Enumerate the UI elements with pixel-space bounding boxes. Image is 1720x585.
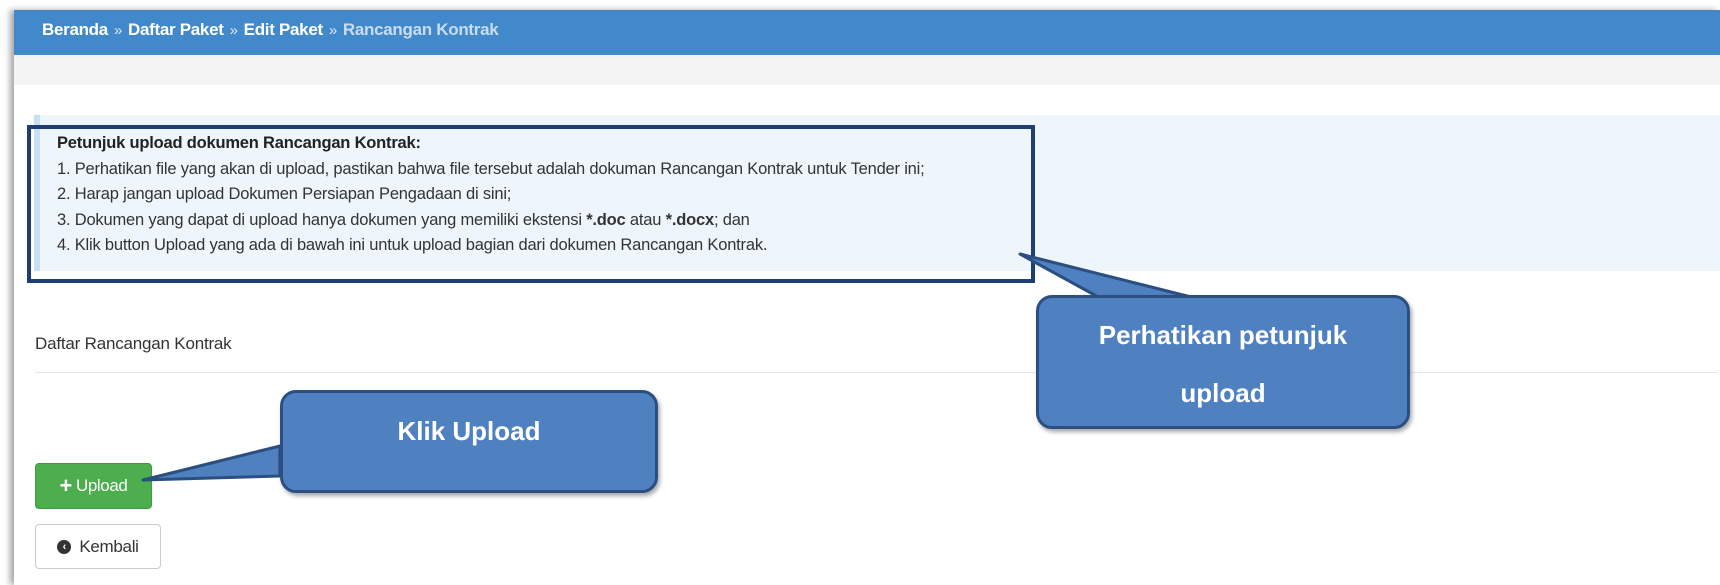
page-frame (14, 10, 1720, 585)
breadcrumb-current: Rancangan Kontrak (342, 20, 499, 39)
callout-upload-text: Klik Upload (397, 416, 541, 446)
breadcrumb-separator: » (229, 22, 238, 39)
breadcrumb: Beranda» Daftar Paket» Edit Paket» Rancanga… (42, 20, 499, 42)
plus-icon: + (59, 473, 73, 498)
breadcrumb-separator: » (113, 22, 122, 39)
section-title: Daftar Rancangan Kontrak (35, 334, 232, 353)
callout-perhatikan-petunjuk: Perhatikan petunjuk upload (1036, 295, 1410, 429)
instruction-highlight-box (27, 125, 1035, 283)
breadcrumb-separator: » (328, 22, 337, 39)
breadcrumb-daftar-paket[interactable]: Daftar Paket (128, 20, 224, 40)
upload-button-label: Upload (75, 476, 128, 495)
callout-petunjuk-line-1: Perhatikan petunjuk (1098, 320, 1348, 350)
breadcrumb-beranda[interactable]: Beranda (42, 20, 108, 40)
back-button-label: Kembali (79, 536, 139, 556)
callout-klik-upload: Klik Upload (280, 390, 658, 493)
callout-petunjuk-line-2: upload (1180, 378, 1266, 408)
toolbar-strip (14, 55, 1720, 85)
section-divider (35, 372, 1718, 373)
circle-arrow-left-icon: ‹ (57, 539, 72, 554)
breadcrumb-edit-paket[interactable]: Edit Paket (244, 20, 324, 40)
upload-button[interactable]: + Upload (35, 463, 152, 509)
back-button[interactable]: ‹ Kembali (35, 524, 161, 569)
